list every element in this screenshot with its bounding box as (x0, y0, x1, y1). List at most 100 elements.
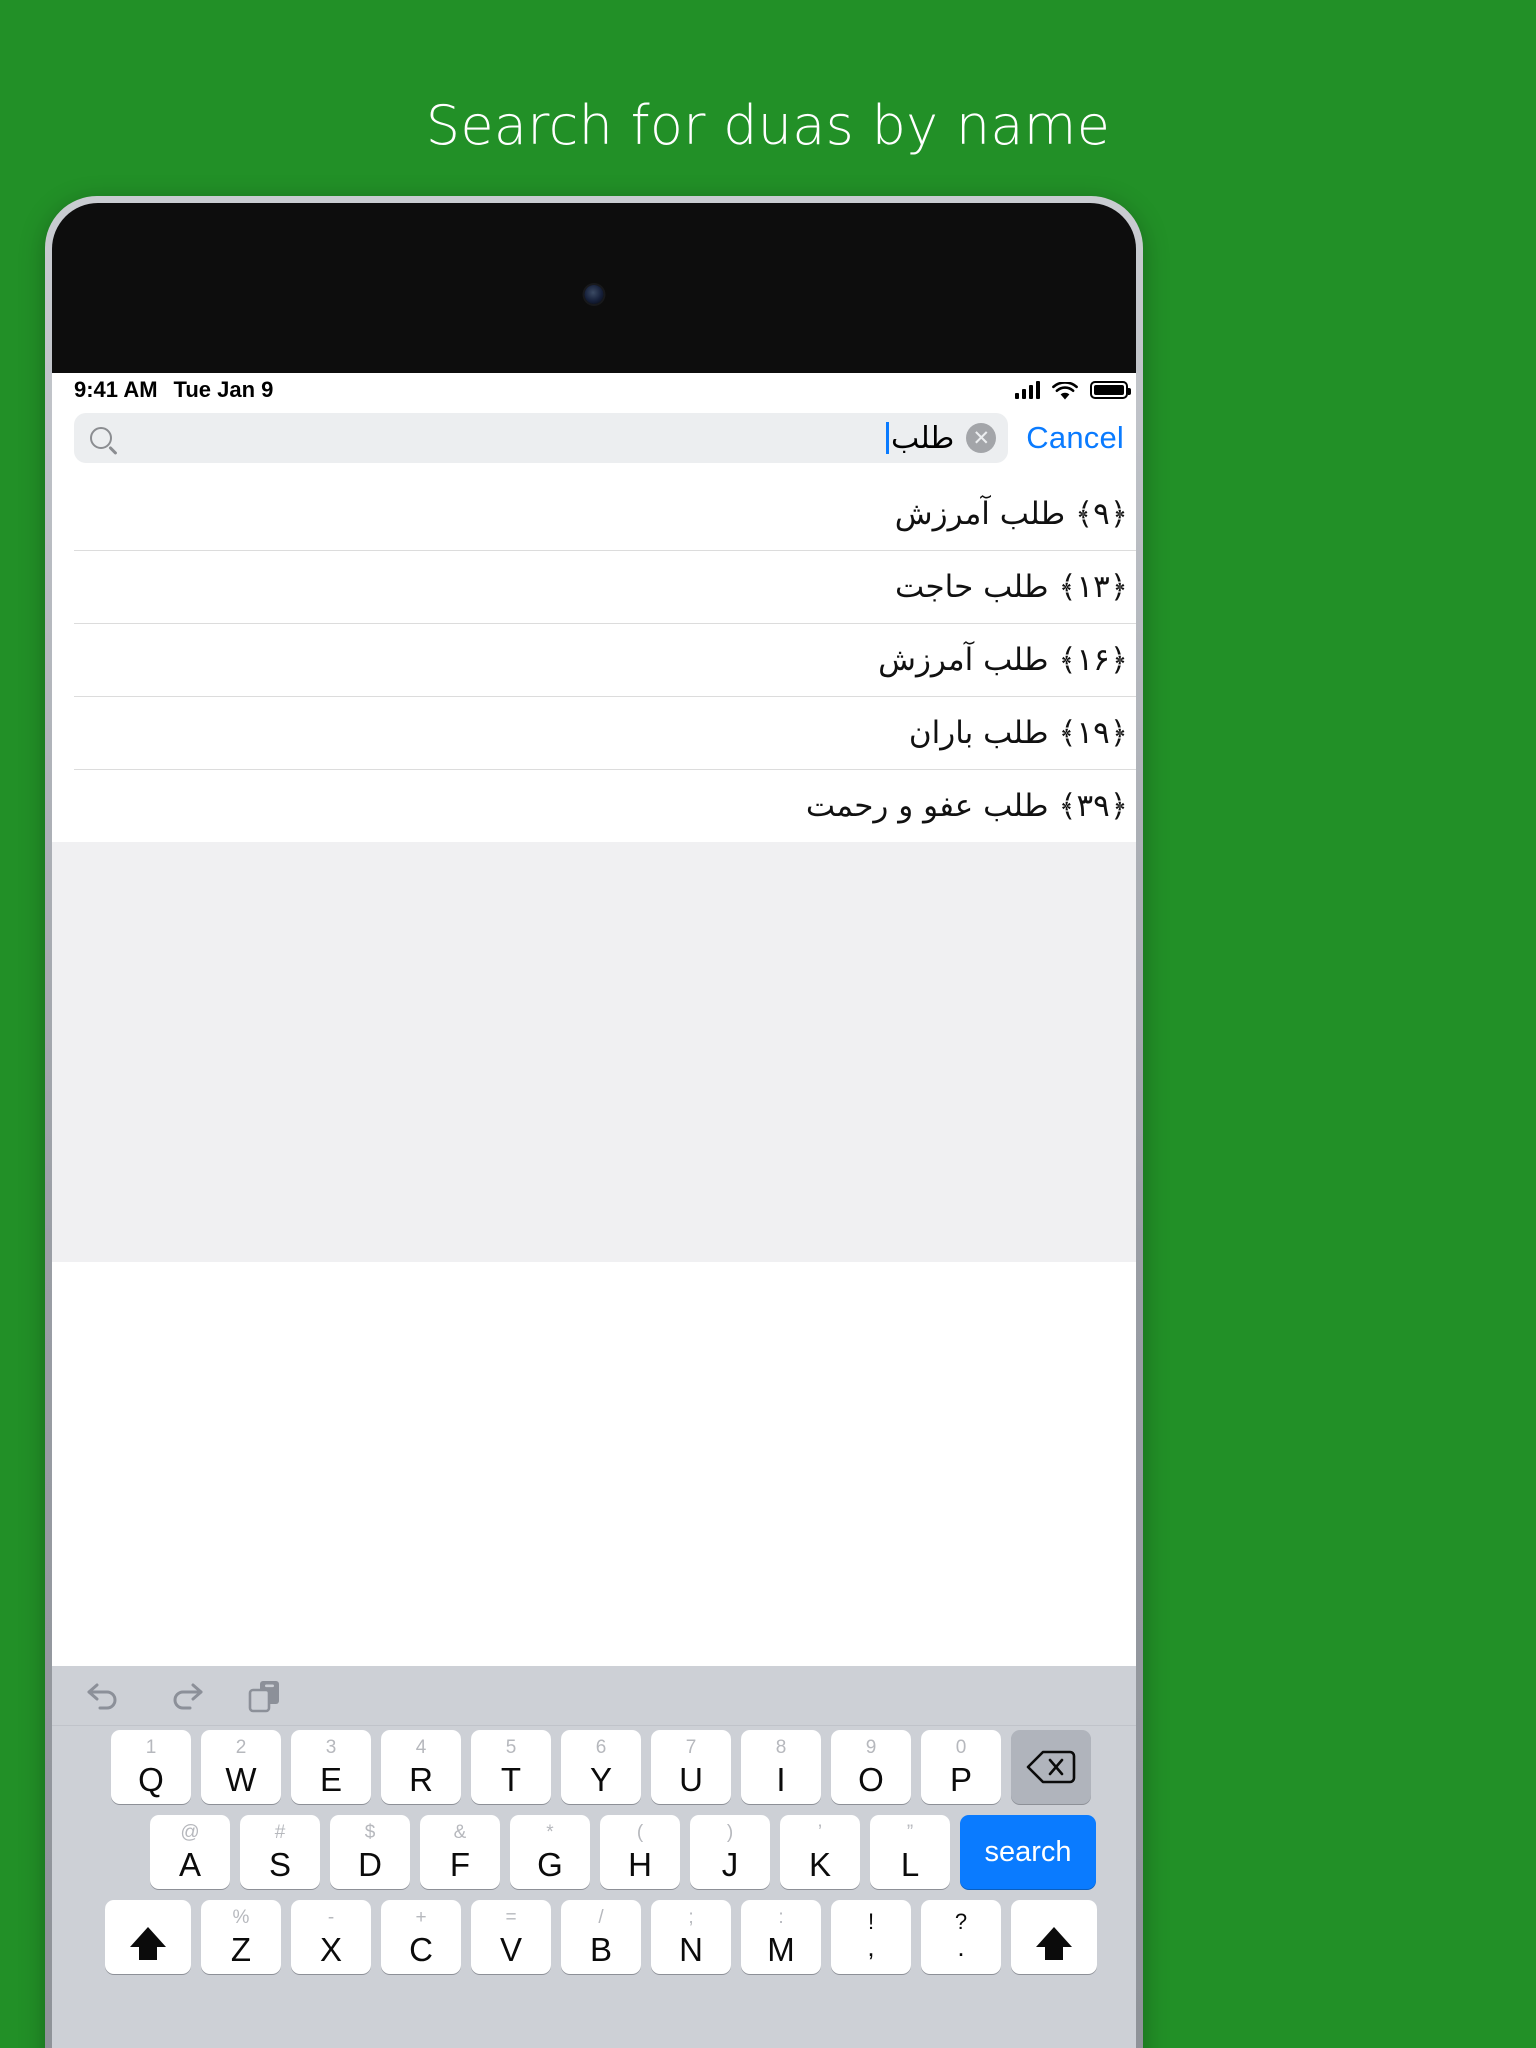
key-r[interactable]: 4R (381, 1730, 461, 1804)
key-n[interactable]: ; N (651, 1900, 731, 1974)
key-z[interactable]: % Z (201, 1900, 281, 1974)
key-i[interactable]: 8I (741, 1730, 821, 1804)
keyboard-toolbar (52, 1666, 1136, 1726)
table-row[interactable]: ﴿۱۳﴾ طلب حاجت (52, 550, 1136, 623)
result-label: ﴿۱۳﴾ طلب حاجت (895, 568, 1128, 605)
key-period[interactable]: ?. (921, 1900, 1001, 1974)
table-row[interactable]: ﴿۱۶﴾ طلب آمرزش (52, 623, 1136, 696)
key-label: W (225, 1761, 257, 1798)
key-label: E (319, 1761, 342, 1798)
shift-arrow-icon (130, 1927, 166, 1960)
key-v[interactable]: = V (471, 1900, 551, 1974)
key-superscript: ? (954, 1909, 968, 1935)
key-m[interactable]: :M (741, 1900, 821, 1974)
key-superscript: 6 (595, 1737, 607, 1758)
key-superscript: - (327, 1907, 335, 1928)
wifi-icon (1052, 380, 1078, 400)
key-label: F (449, 1846, 471, 1883)
cellular-signal-icon (1015, 381, 1040, 399)
key-label: R (409, 1761, 433, 1798)
key-superscript: 9 (865, 1737, 877, 1758)
front-camera-icon (584, 285, 604, 304)
key-j[interactable]: ) J (690, 1815, 770, 1889)
key-l[interactable]: ” L (870, 1815, 950, 1889)
key-label: M (767, 1931, 795, 1968)
key-label: O (858, 1761, 884, 1798)
search-bar: طلب ✕ Cancel (52, 407, 1136, 477)
key-o[interactable]: 9O (831, 1730, 911, 1804)
key-superscript: ! (867, 1909, 875, 1935)
key-u[interactable]: 7U (651, 1730, 731, 1804)
key-label: A (178, 1846, 201, 1883)
redo-icon[interactable] (166, 1679, 206, 1713)
key-label: V (499, 1931, 522, 1968)
key-a[interactable]: @ A (150, 1815, 230, 1889)
search-text: طلب (891, 420, 955, 456)
key-k[interactable]: ’ K (780, 1815, 860, 1889)
table-row[interactable]: ﴿۱۹﴾ طلب باران (52, 696, 1136, 769)
search-input[interactable]: طلب ✕ (74, 413, 1009, 463)
key-superscript: 4 (415, 1737, 427, 1758)
key-superscript: & (453, 1822, 467, 1843)
tablet-body: 9:41 AM Tue Jan 9 طلب ✕ Cancel ﴿۹﴾ طلب آ… (52, 203, 1136, 2048)
key-c[interactable]: + C (381, 1900, 461, 1974)
key-label: X (319, 1931, 342, 1968)
key-e[interactable]: 3E (291, 1730, 371, 1804)
key-superscript: ) (726, 1822, 734, 1843)
shift-arrow-icon (1036, 1927, 1072, 1960)
key-label: Y (589, 1761, 612, 1798)
key-superscript: ; (688, 1907, 694, 1928)
key-t[interactable]: 5T (471, 1730, 551, 1804)
search-input-value: طلب (886, 421, 954, 456)
key-q[interactable]: 1Q (111, 1730, 191, 1804)
key-comma[interactable]: !, (831, 1900, 911, 1974)
key-b[interactable]: / B (561, 1900, 641, 1974)
table-row[interactable]: ﴿۹﴾ طلب آمرزش (52, 477, 1136, 550)
backspace-icon[interactable] (1011, 1730, 1091, 1804)
key-label: H (628, 1846, 652, 1883)
key-label: , (867, 1931, 875, 1962)
search-key[interactable]: search (960, 1815, 1096, 1889)
key-superscript: / (598, 1907, 604, 1928)
key-superscript: 2 (235, 1737, 247, 1758)
result-label: ﴿۳۹﴾ طلب عفو و رحمت (805, 787, 1128, 824)
keyboard-row-2: @ A # S $ D & F * G (H ) J ’ K ” L search (60, 1815, 1136, 1889)
key-x[interactable]: -X (291, 1900, 371, 1974)
table-row[interactable]: ﴿۳۹﴾ طلب عفو و رحمت (52, 769, 1136, 842)
key-label: T (500, 1761, 522, 1798)
key-f[interactable]: & F (420, 1815, 500, 1889)
key-label: I (776, 1761, 786, 1798)
key-superscript: % (232, 1907, 250, 1928)
undo-icon[interactable] (84, 1679, 124, 1713)
key-superscript: # (274, 1822, 286, 1843)
key-label: G (537, 1846, 563, 1883)
result-label: ﴿۱۶﴾ طلب آمرزش (878, 641, 1128, 678)
key-label: S (268, 1846, 291, 1883)
key-label: search (984, 1835, 1072, 1868)
key-label: B (589, 1931, 612, 1968)
key-d[interactable]: $ D (330, 1815, 410, 1889)
paste-icon[interactable] (248, 1678, 284, 1714)
key-superscript: $ (364, 1822, 376, 1843)
shift-key-left[interactable] (105, 1900, 191, 1974)
cancel-button[interactable]: Cancel (1022, 420, 1128, 456)
key-g[interactable]: * G (510, 1815, 590, 1889)
key-y[interactable]: 6Y (561, 1730, 641, 1804)
status-bar-indicators (1015, 380, 1131, 400)
clear-icon[interactable]: ✕ (966, 423, 997, 453)
shift-key-right[interactable] (1011, 1900, 1097, 1974)
battery-icon (1090, 381, 1131, 399)
key-w[interactable]: 2W (201, 1730, 281, 1804)
key-s[interactable]: # S (240, 1815, 320, 1889)
key-h[interactable]: (H (600, 1815, 680, 1889)
result-label: ﴿۱۹﴾ طلب باران (908, 714, 1128, 751)
key-label: P (949, 1761, 972, 1798)
key-superscript: 1 (145, 1737, 157, 1758)
key-superscript: ” (906, 1822, 914, 1843)
key-superscript: = (505, 1907, 517, 1928)
status-bar: 9:41 AM Tue Jan 9 (52, 373, 1136, 407)
key-label: Z (230, 1931, 252, 1968)
key-p[interactable]: 0P (921, 1730, 1001, 1804)
key-label: L (900, 1846, 920, 1883)
key-superscript: * (546, 1822, 554, 1843)
